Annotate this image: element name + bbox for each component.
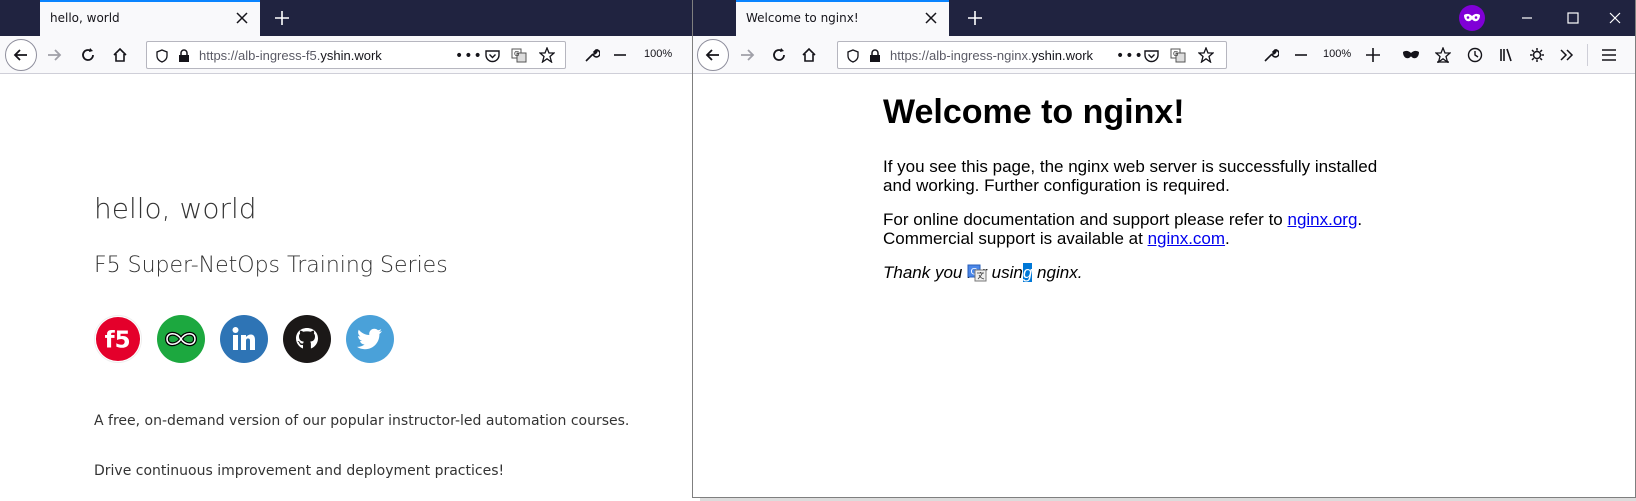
overflow-chevron-icon[interactable] <box>1553 41 1581 69</box>
page-title: hello, world <box>94 192 257 225</box>
nginx-paragraph-2: For online documentation and support ple… <box>883 210 1383 248</box>
new-tab-icon[interactable] <box>270 6 294 30</box>
url-bar[interactable]: https://alb-ingress-f5.yshin.work ••• G <box>146 41 566 69</box>
lock-icon[interactable] <box>177 48 191 67</box>
thanks-text-end: nginx. <box>1032 263 1083 282</box>
url-text[interactable]: https://alb-ingress-nginx.yshin.work <box>890 48 1093 63</box>
page-subtitle: F5 Super-NetOps Training Series <box>94 253 448 278</box>
nginx-org-link[interactable]: nginx.org <box>1287 210 1357 229</box>
page-content: Welcome to nginx! If you see this page, … <box>693 75 1635 497</box>
linkedin-icon[interactable] <box>220 315 268 363</box>
maximize-window-button[interactable] <box>1551 6 1595 30</box>
tab-title: hello, world <box>50 11 120 25</box>
p2-text: For online documentation and support ple… <box>883 210 1288 229</box>
close-window-button[interactable] <box>1593 6 1635 30</box>
browser-window-nginx: Welcome to nginx! https://alb-ingress-ng… <box>692 0 1636 498</box>
nginx-heading: Welcome to nginx! <box>883 93 1185 132</box>
p2-commercial-text: Commercial support is available at <box>883 229 1148 248</box>
navigation-toolbar: https://alb-ingress-nginx.yshin.work •••… <box>693 36 1635 74</box>
zoom-out-button[interactable] <box>1289 41 1313 69</box>
heading-text: Welcome to nginx! <box>883 93 1185 131</box>
page-paragraph-1: A free, on-demand version of our popular… <box>94 413 630 429</box>
p2-period-2: . <box>1225 229 1230 248</box>
back-button[interactable] <box>5 39 37 71</box>
zoom-out-button[interactable] <box>608 41 632 69</box>
bookmark-star-icon[interactable] <box>538 46 556 67</box>
translate-icon[interactable]: G <box>511 48 527 67</box>
translate-icon[interactable]: G <box>1170 48 1186 67</box>
history-clock-icon[interactable] <box>1461 41 1489 69</box>
url-bar[interactable]: https://alb-ingress-nginx.yshin.work •••… <box>837 41 1227 69</box>
tab-strip: Welcome to nginx! <box>693 0 1635 36</box>
back-button[interactable] <box>697 39 729 71</box>
close-tab-icon[interactable] <box>919 6 943 30</box>
browser-window-f5: hello, world https://alb-ingress-f5.yshi… <box>0 0 700 501</box>
translate-popup-icon[interactable]: G <box>967 264 987 282</box>
nginx-com-link[interactable]: nginx.com <box>1148 229 1225 248</box>
private-browsing-icon <box>1459 5 1485 31</box>
zoom-level[interactable]: 100% <box>1323 48 1351 60</box>
lock-icon[interactable] <box>868 48 882 67</box>
zoom-in-button[interactable] <box>1361 41 1385 69</box>
wrench-icon[interactable] <box>1257 41 1285 69</box>
tab-hello-world[interactable]: hello, world <box>40 0 260 36</box>
zoom-level[interactable]: 100% <box>644 48 672 60</box>
library-icon[interactable] <box>1493 41 1521 69</box>
tab-title: Welcome to nginx! <box>746 11 859 25</box>
twitter-icon[interactable] <box>346 315 394 363</box>
f5-logo-text: f5 <box>105 328 131 354</box>
github-icon[interactable] <box>283 315 331 363</box>
home-button[interactable] <box>106 41 134 69</box>
pocket-icon[interactable] <box>1144 48 1159 67</box>
tab-welcome-to-nginx[interactable]: Welcome to nginx! <box>736 0 949 36</box>
navigation-toolbar: https://alb-ingress-f5.yshin.work ••• G … <box>0 36 700 74</box>
reload-button[interactable] <box>74 41 102 69</box>
tab-strip: hello, world <box>0 0 700 36</box>
bookmarks-star-icon[interactable] <box>1429 41 1457 69</box>
reload-button[interactable] <box>765 41 793 69</box>
toolbar-divider <box>1587 44 1588 66</box>
svg-text:G: G <box>1173 50 1178 58</box>
page-actions-icon[interactable]: ••• <box>1116 48 1144 64</box>
wrench-icon[interactable] <box>578 41 606 69</box>
extension-gear-icon[interactable] <box>1523 41 1551 69</box>
forward-button[interactable] <box>40 41 68 69</box>
page-content: hello, world F5 Super-NetOps Training Se… <box>0 75 700 501</box>
forward-button[interactable] <box>733 41 761 69</box>
shield-icon[interactable] <box>155 48 169 67</box>
page-paragraph-2: Drive continuous improvement and deploym… <box>94 463 505 479</box>
shield-icon[interactable] <box>846 48 860 67</box>
minimize-window-button[interactable] <box>1505 6 1549 30</box>
page-actions-icon[interactable]: ••• <box>455 48 483 64</box>
bookmark-star-icon[interactable] <box>1197 46 1215 67</box>
p2-period: . <box>1357 210 1363 229</box>
close-tab-icon[interactable] <box>230 6 254 30</box>
home-button[interactable] <box>795 41 823 69</box>
infinity-icon[interactable] <box>157 315 205 363</box>
url-text[interactable]: https://alb-ingress-f5.yshin.work <box>199 48 382 63</box>
svg-text:G: G <box>514 50 519 58</box>
thanks-text: Thank you for usin <box>883 263 1023 282</box>
mask-icon[interactable] <box>1397 41 1425 69</box>
pocket-icon[interactable] <box>485 48 500 67</box>
new-tab-icon[interactable] <box>963 6 987 30</box>
f5-icon[interactable]: f5 <box>94 315 142 363</box>
selected-text: g <box>1022 263 1033 282</box>
hamburger-menu-icon[interactable] <box>1595 41 1623 69</box>
nginx-paragraph-1: If you see this page, the nginx web serv… <box>883 157 1378 195</box>
